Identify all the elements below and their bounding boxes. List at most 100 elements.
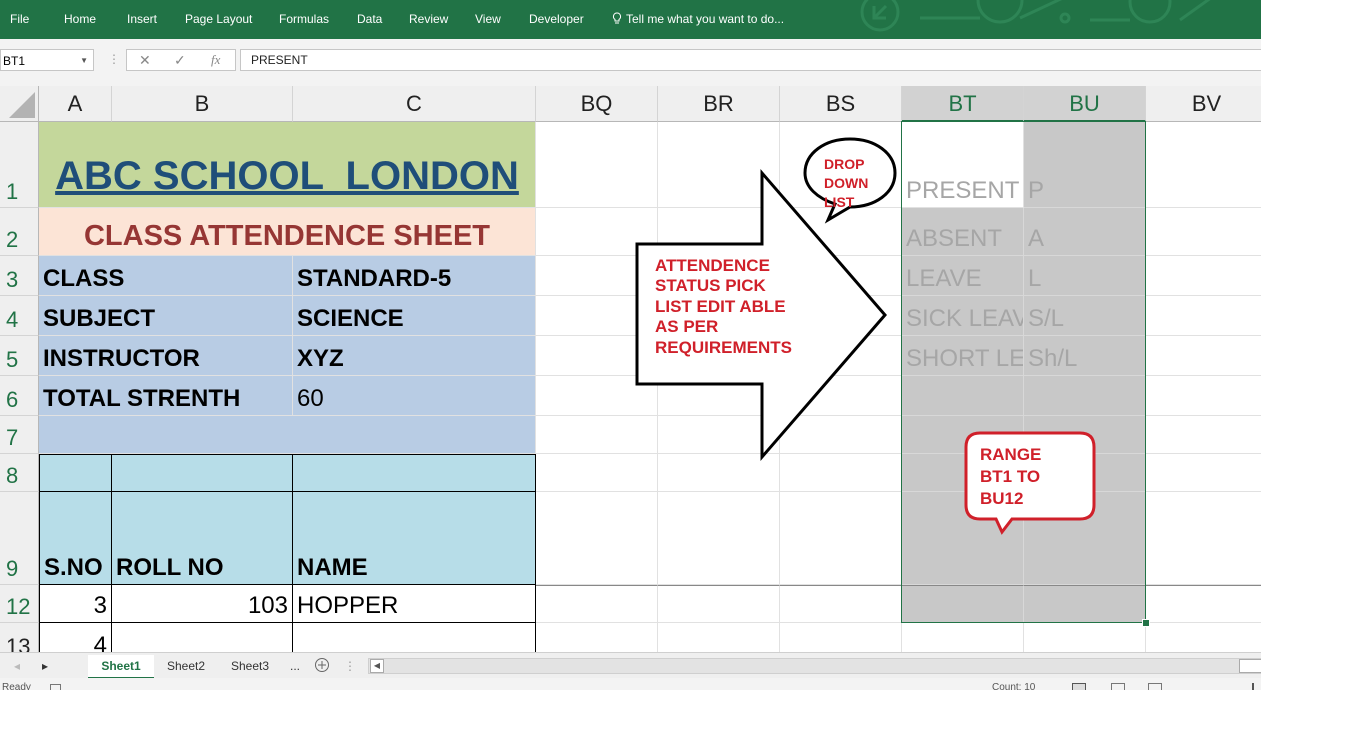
scroll-tabs-left-icon[interactable]: ◂ — [10, 655, 24, 677]
row-header-7[interactable]: 7 — [0, 416, 39, 454]
tab-formulas[interactable]: Formulas — [279, 12, 329, 26]
tab-insert[interactable]: Insert — [127, 12, 157, 26]
scroll-left-icon[interactable]: ◀ — [370, 659, 384, 673]
cell[interactable] — [780, 585, 902, 623]
cell-name[interactable] — [292, 622, 536, 652]
info-label-instructor[interactable]: INSTRUCTOR — [39, 336, 293, 376]
formula-input[interactable]: PRESENT — [240, 49, 1261, 71]
more-sheets-button[interactable]: ... — [284, 655, 306, 677]
tab-review[interactable]: Review — [409, 12, 448, 26]
cell-sno[interactable]: 3 — [39, 584, 112, 623]
cell[interactable] — [1146, 256, 1261, 296]
sheet-tab-3[interactable]: Sheet3 — [220, 655, 280, 677]
info-value-strength[interactable]: 60 — [293, 376, 536, 416]
tab-data[interactable]: Data — [357, 12, 382, 26]
row-header-9[interactable]: 9 — [0, 492, 39, 585]
tab-page-layout[interactable]: Page Layout — [185, 12, 252, 26]
cell[interactable] — [1146, 623, 1261, 652]
row-header-5[interactable]: 5 — [0, 336, 39, 376]
row-header-13[interactable]: 13 — [0, 623, 39, 652]
header-roll-no[interactable]: ROLL NO — [111, 491, 293, 585]
normal-view-icon[interactable] — [1072, 683, 1086, 690]
page-layout-view-icon[interactable] — [1111, 683, 1125, 690]
cell[interactable] — [1146, 296, 1261, 336]
cell-name[interactable]: HOPPER — [292, 584, 536, 623]
info-value-instructor[interactable]: XYZ — [293, 336, 536, 376]
add-sheet-icon[interactable] — [312, 655, 332, 677]
chevron-down-icon[interactable]: ▼ — [80, 50, 88, 72]
cell[interactable] — [1146, 492, 1261, 585]
column-header-bt[interactable]: BT — [902, 86, 1024, 122]
tab-view[interactable]: View — [475, 12, 501, 26]
cell[interactable] — [536, 585, 658, 623]
cell[interactable] — [1024, 623, 1146, 652]
select-all-corner[interactable] — [0, 86, 39, 122]
row-header-6[interactable]: 6 — [0, 376, 39, 416]
header-sno[interactable]: S.NO — [39, 491, 112, 585]
cell[interactable] — [658, 623, 780, 652]
cell[interactable] — [780, 623, 902, 652]
horizontal-scrollbar[interactable]: ◀ — [368, 658, 1261, 674]
cell[interactable] — [780, 492, 902, 585]
cell[interactable] — [39, 416, 536, 454]
column-header-bv[interactable]: BV — [1146, 86, 1261, 122]
cell[interactable] — [1146, 122, 1261, 208]
cell[interactable] — [536, 492, 658, 585]
tab-home[interactable]: Home — [64, 12, 96, 26]
cell[interactable] — [1146, 208, 1261, 256]
column-header-bs[interactable]: BS — [780, 86, 902, 122]
row-header-2[interactable]: 2 — [0, 208, 39, 256]
row-header-3[interactable]: 3 — [0, 256, 39, 296]
cell-sno[interactable]: 4 — [39, 622, 112, 652]
scroll-tabs-right-icon[interactable]: ▸ — [38, 655, 52, 677]
row-header-8[interactable]: 8 — [0, 454, 39, 492]
info-label-strength[interactable]: TOTAL STRENTH — [39, 376, 293, 416]
sheet-subtitle-cell[interactable]: CLASS ATTENDENCE SHEET — [39, 208, 536, 256]
cell[interactable] — [1146, 454, 1261, 492]
macro-record-icon[interactable] — [50, 684, 61, 690]
cell[interactable] — [292, 454, 536, 492]
row-header-4[interactable]: 4 — [0, 296, 39, 336]
info-value-subject[interactable]: SCIENCE — [293, 296, 536, 336]
sheet-tab-1[interactable]: Sheet1 — [88, 655, 154, 679]
scroll-thumb[interactable] — [1239, 659, 1261, 673]
school-title-cell[interactable]: ABC SCHOOL LONDON — [39, 122, 536, 208]
tab-file[interactable]: File — [10, 12, 29, 26]
cell[interactable] — [1146, 585, 1261, 623]
column-header-bu[interactable]: BU — [1024, 86, 1146, 122]
cell-roll-no[interactable] — [111, 622, 293, 652]
cell[interactable] — [1146, 416, 1261, 454]
cell[interactable] — [536, 623, 658, 652]
formula-bar-grip-icon[interactable]: ⋮ — [108, 52, 120, 66]
column-header-bq[interactable]: BQ — [536, 86, 658, 122]
sheet-tab-2[interactable]: Sheet2 — [156, 655, 216, 677]
column-header-c[interactable]: C — [293, 86, 536, 122]
cell[interactable] — [39, 454, 112, 492]
row-header-1[interactable]: 1 — [0, 122, 39, 208]
zoom-slider-tick[interactable] — [1252, 683, 1254, 690]
column-header-b[interactable]: B — [112, 86, 293, 122]
fill-handle[interactable] — [1142, 619, 1150, 627]
cell[interactable] — [902, 623, 1024, 652]
cancel-icon[interactable]: ✕ — [139, 52, 151, 69]
enter-icon[interactable]: ✓ — [174, 52, 186, 69]
cell[interactable] — [658, 492, 780, 585]
cell[interactable] — [1146, 336, 1261, 376]
tabs-splitter-icon[interactable]: ⋮ — [344, 655, 356, 677]
info-value-class[interactable]: STANDARD-5 — [293, 256, 536, 296]
header-name[interactable]: NAME — [292, 491, 536, 585]
cell[interactable] — [111, 454, 293, 492]
cell[interactable] — [658, 585, 780, 623]
info-label-subject[interactable]: SUBJECT — [39, 296, 293, 336]
cell[interactable] — [1146, 376, 1261, 416]
tell-me-search[interactable]: Tell me what you want to do... — [612, 12, 784, 26]
column-header-br[interactable]: BR — [658, 86, 780, 122]
insert-function-icon[interactable]: fx — [211, 52, 220, 68]
column-header-a[interactable]: A — [39, 86, 112, 122]
page-break-view-icon[interactable] — [1148, 683, 1162, 690]
cell-roll-no[interactable]: 103 — [111, 584, 293, 623]
row-header-12[interactable]: 12 — [0, 585, 39, 623]
name-box[interactable]: BT1 ▼ — [0, 49, 94, 71]
info-label-class[interactable]: CLASS — [39, 256, 293, 296]
worksheet-grid[interactable]: A B C BQ BR BS BT BU BV 1 2 3 4 5 6 7 8 … — [0, 86, 1261, 652]
